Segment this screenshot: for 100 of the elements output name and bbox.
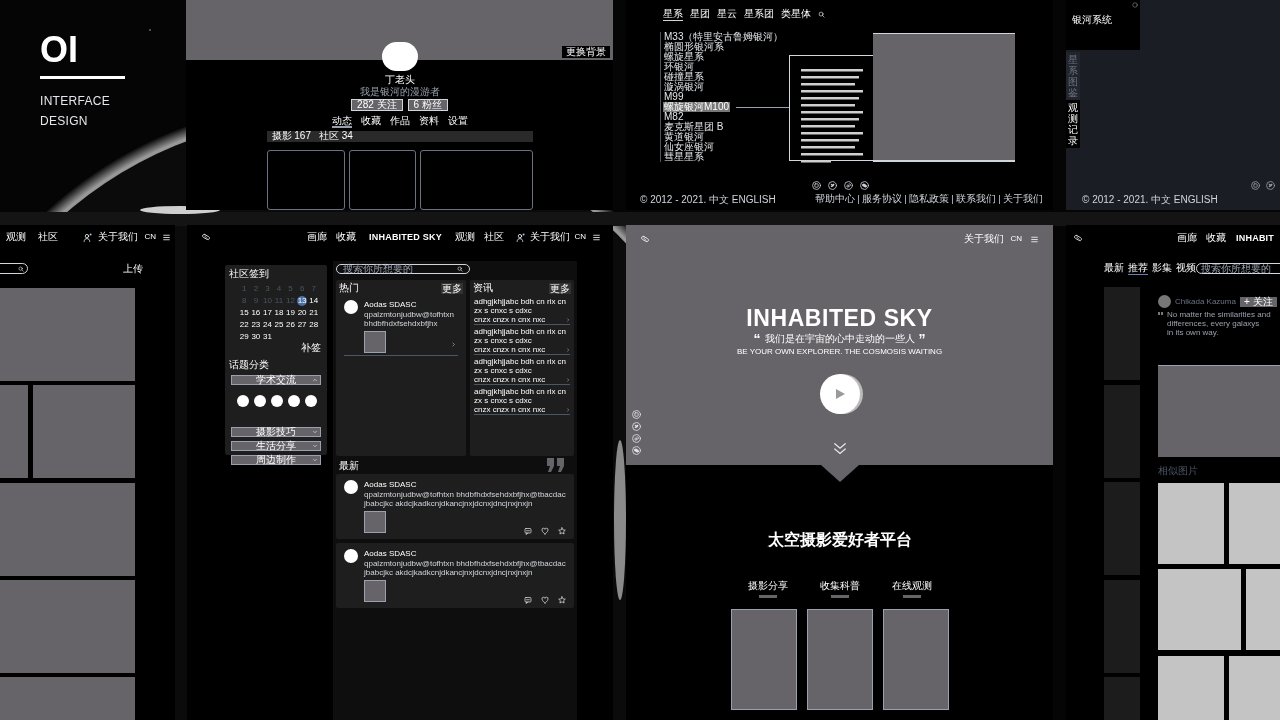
- stat-button[interactable]: 282 关注: [351, 98, 403, 111]
- calendar-day[interactable]: 17: [262, 308, 273, 318]
- galaxy-list-item[interactable]: 麦克斯星团 B: [663, 122, 725, 132]
- topic-dropdown[interactable]: 周边制作: [231, 455, 321, 465]
- news-item[interactable]: adhgjkhjjabc bdh cn rix cnzx s cnxc s cdxc cnzx cnzx n cnx nxc: [474, 327, 570, 355]
- camera-icon[interactable]: [812, 181, 821, 190]
- calendar-day[interactable]: 19: [285, 308, 296, 318]
- feed-tab[interactable]: 影集: [1152, 262, 1172, 275]
- category-link[interactable]: 摄影分享: [747, 580, 788, 592]
- calendar-day[interactable]: 25: [273, 320, 285, 330]
- galaxy-list-item[interactable]: M82: [663, 112, 685, 122]
- galaxy-list-item[interactable]: 环银河: [663, 62, 695, 72]
- person-icon[interactable]: [516, 232, 526, 242]
- topic-dropdown[interactable]: 学术交流: [231, 375, 321, 385]
- footer-link[interactable]: 帮助中心: [815, 193, 855, 205]
- camera-icon[interactable]: [1251, 181, 1260, 190]
- person-icon[interactable]: [83, 232, 93, 242]
- makeup-link[interactable]: 补签: [301, 342, 321, 353]
- calendar-day[interactable]: 27: [296, 320, 308, 330]
- profile-tab[interactable]: 设置: [447, 114, 468, 128]
- star-icon[interactable]: [558, 596, 566, 604]
- capsule-icon[interactable]: [1073, 233, 1083, 243]
- news-item[interactable]: adhgjkhjjabc bdh cn rix cnzx s cnxc s cdxc cnzx cnzx n cnx nxc: [474, 297, 570, 325]
- chevron-right-icon[interactable]: [566, 317, 570, 322]
- nav-link[interactable]: 观测: [454, 231, 475, 243]
- footer-link[interactable]: 隐私政策: [909, 193, 949, 205]
- calendar-day[interactable]: 14: [308, 296, 319, 306]
- calendar-day[interactable]: 26: [285, 320, 296, 330]
- galaxy-list-item[interactable]: 螺旋银河M100: [663, 102, 730, 112]
- galaxy-list-item[interactable]: M99: [663, 92, 685, 102]
- nav-link[interactable]: 画廊: [307, 231, 327, 243]
- language-link[interactable]: CN: [144, 231, 156, 243]
- category-tab[interactable]: 类星体: [781, 8, 811, 21]
- language-link[interactable]: CN: [1010, 233, 1022, 245]
- footer-link[interactable]: 服务协议: [862, 193, 902, 205]
- category-tab[interactable]: 星云: [717, 8, 737, 21]
- calendar-day[interactable]: 20: [296, 308, 308, 318]
- chevron-right-icon[interactable]: [566, 347, 570, 352]
- side-tab[interactable]: 观测记录: [1066, 100, 1080, 148]
- nav-link[interactable]: 收藏: [1206, 232, 1226, 244]
- language-link[interactable]: CN: [574, 231, 586, 243]
- chevron-right-icon[interactable]: [566, 377, 570, 382]
- comment-icon[interactable]: [524, 596, 532, 604]
- nav-link[interactable]: 关于我们: [530, 231, 571, 243]
- galaxy-list-item[interactable]: 黄道银河: [663, 132, 705, 142]
- nav-link[interactable]: 观测: [6, 231, 26, 243]
- news-item[interactable]: adhgjkhjjabc bdh cn rix cnzx s cnxc s cdxc cnzx cnzx n cnx nxc: [474, 357, 570, 385]
- change-cover-button[interactable]: 更换背景: [562, 46, 610, 58]
- calendar-day[interactable]: 30: [250, 332, 262, 342]
- calendar-day[interactable]: 22: [239, 320, 250, 330]
- nav-link[interactable]: 社区: [483, 231, 504, 243]
- more-link[interactable]: 更多: [549, 282, 571, 294]
- chevron-right-icon[interactable]: [566, 407, 570, 412]
- calendar-day[interactable]: 18: [273, 308, 285, 318]
- search-icon[interactable]: [457, 266, 463, 272]
- category-link[interactable]: 收集科普: [819, 580, 860, 592]
- profile-tab[interactable]: 资料: [418, 114, 439, 128]
- site-logo[interactable]: INHABITED SKY: [369, 231, 442, 243]
- swirl-icon[interactable]: [844, 181, 853, 190]
- capsule-icon[interactable]: [201, 232, 211, 242]
- upload-link[interactable]: 上传: [123, 263, 143, 275]
- profile-tab[interactable]: 收藏: [360, 114, 381, 128]
- nav-link[interactable]: 画廊: [1177, 232, 1197, 244]
- nav-link[interactable]: 收藏: [336, 231, 356, 243]
- star-icon[interactable]: [558, 527, 566, 535]
- calendar-day[interactable]: 28: [308, 320, 319, 330]
- footer-link[interactable]: 关于我们: [1003, 193, 1043, 205]
- galaxy-list-item[interactable]: 碰撞星系: [663, 72, 705, 82]
- calendar-day[interactable]: 15: [239, 308, 250, 318]
- calendar-day[interactable]: 21: [308, 308, 319, 318]
- menu-icon[interactable]: [592, 232, 601, 242]
- galaxy-list-item[interactable]: 彗星星系: [663, 152, 705, 162]
- search-icon[interactable]: [18, 265, 24, 272]
- profile-tab[interactable]: 动态: [331, 114, 352, 128]
- galaxy-list-item[interactable]: 漩涡银河: [663, 82, 705, 92]
- category-tab[interactable]: 星团: [690, 8, 710, 21]
- swirl-icon[interactable]: [632, 434, 641, 443]
- site-logo[interactable]: INHABIT: [1236, 232, 1275, 244]
- galaxy-list-item[interactable]: 仙女座银河: [663, 142, 715, 152]
- galaxy-list-item[interactable]: 椭圆形银河系: [663, 42, 725, 52]
- nav-link[interactable]: 关于我们: [98, 231, 139, 243]
- category-link[interactable]: 在线观测: [891, 580, 932, 592]
- galaxy-list-item[interactable]: M33（特里安古鲁姆银河）: [663, 32, 785, 42]
- category-tab[interactable]: 星系团: [744, 8, 774, 21]
- feed-tab[interactable]: 推荐: [1128, 262, 1148, 275]
- follow-button[interactable]: + 关注: [1239, 296, 1277, 307]
- nav-link[interactable]: 关于我们: [964, 233, 1005, 245]
- bird-icon[interactable]: [1266, 181, 1275, 190]
- profile-tab[interactable]: 作品: [389, 114, 410, 128]
- news-item[interactable]: adhgjkhjjabc bdh cn rix cnzx s cnxc s cdxc cnzx cnzx n cnx nxc: [474, 387, 570, 415]
- calendar-day[interactable]: 13: [296, 296, 308, 306]
- calendar-day[interactable]: 16: [250, 308, 262, 318]
- menu-icon[interactable]: [162, 232, 171, 242]
- search-icon[interactable]: [818, 11, 825, 18]
- more-link[interactable]: 更多: [441, 282, 463, 294]
- double-chevron-icon[interactable]: [832, 442, 847, 456]
- bird-icon[interactable]: [828, 181, 837, 190]
- comment-icon[interactable]: [524, 527, 532, 535]
- nav-link[interactable]: 社区: [38, 231, 58, 243]
- chat-icon[interactable]: [860, 181, 869, 190]
